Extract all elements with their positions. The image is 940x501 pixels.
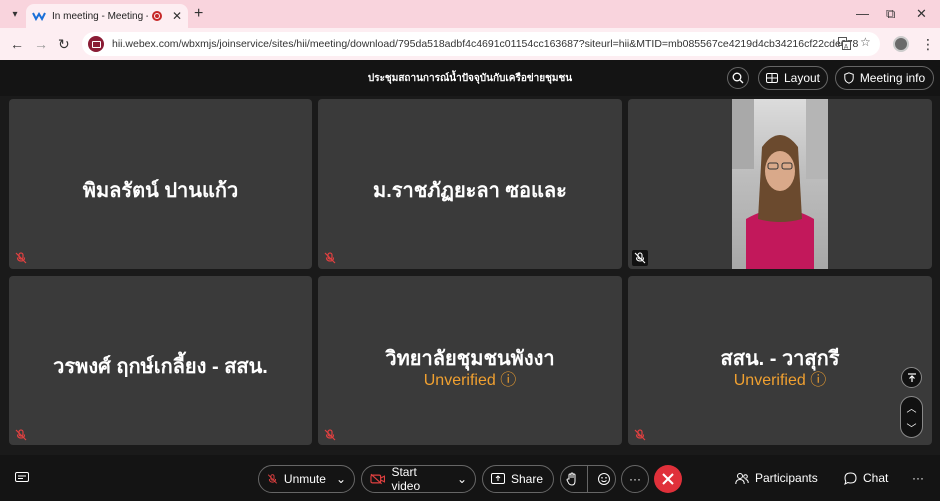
browser-tab[interactable]: In meeting - Meeting - Webe ✕	[26, 4, 188, 28]
page-scroll-control: ︿ ﹀	[900, 396, 923, 438]
recording-icon	[152, 11, 162, 21]
participant-tile[interactable]: พิมลรัตน์ ปานแก้ว	[9, 99, 312, 269]
chevron-up-icon[interactable]: ︿	[907, 400, 917, 415]
tab-title: In meeting - Meeting - Webe	[52, 10, 148, 22]
reload-icon[interactable]: ↻	[58, 36, 70, 53]
meeting-info-label: Meeting info	[859, 71, 926, 85]
muted-mic-icon	[324, 429, 336, 441]
unverified-label: Unverified ⓘ	[423, 372, 517, 389]
site-info-icon[interactable]	[88, 36, 104, 52]
participant-video-tile[interactable]	[628, 99, 932, 269]
participant-name: พิมลรัตน์ ปานแก้ว	[82, 180, 239, 202]
muted-mic-icon	[15, 429, 27, 441]
chevron-down-icon[interactable]: ⌄	[336, 472, 346, 486]
browser-menu-icon[interactable]: ⋮	[921, 36, 935, 53]
participant-tile[interactable]: ม.ราชภัฏยะลา ซอและ	[318, 99, 622, 269]
bookmark-star-icon[interactable]: ☆	[860, 35, 871, 49]
muted-mic-icon	[634, 429, 646, 441]
window-close-button[interactable]: ✕	[916, 6, 927, 22]
unmute-button[interactable]: Unmute ⌄	[258, 465, 355, 493]
share-button[interactable]: Share	[482, 465, 554, 493]
participant-tile[interactable]: วิทยาลัยชุมชนพังงา Unverified ⓘ	[318, 276, 622, 445]
chat-icon	[844, 471, 857, 485]
meeting-header: ประชุมสถานการณ์น้ำปัจจุบันกับเครือข่ายชุ…	[0, 60, 940, 96]
start-video-button[interactable]: Start video ⌄	[361, 465, 476, 493]
tab-close-icon[interactable]: ✕	[172, 9, 182, 23]
muted-mic-icon	[324, 252, 336, 264]
url-field[interactable]: hii.webex.com/wbxmjs/joinservice/sites/h…	[82, 32, 880, 56]
url-text: hii.webex.com/wbxmjs/joinservice/sites/h…	[112, 38, 859, 50]
participants-label: Participants	[755, 471, 818, 485]
divider	[586, 465, 588, 493]
raise-hand-icon[interactable]	[565, 472, 578, 486]
shield-icon	[844, 72, 854, 84]
arrow-to-top-icon	[907, 372, 916, 382]
address-bar-row: ← → ↻ hii.webex.com/wbxmjs/joinservice/s…	[0, 28, 940, 60]
meeting-info-button[interactable]: Meeting info	[835, 66, 934, 90]
browser-tab-bar: ▾ In meeting - Meeting - Webe ✕ + — ⧉ ✕	[0, 0, 940, 28]
minimize-button[interactable]: —	[856, 6, 869, 21]
participants-icon	[735, 472, 749, 484]
translate-icon[interactable]: A	[838, 37, 851, 53]
share-label: Share	[511, 472, 544, 486]
layout-button[interactable]: Layout	[758, 66, 828, 90]
more-options-button[interactable]: ···	[621, 465, 649, 493]
webex-favicon-icon	[32, 11, 46, 21]
participant-name: วรพงศ์ ฤกษ์เกลี้ยง - สสน.	[53, 356, 268, 378]
zoom-icon	[732, 72, 744, 84]
mic-muted-icon	[267, 474, 278, 484]
scroll-to-top-button[interactable]	[901, 367, 922, 388]
unverified-label: Unverified ⓘ	[733, 372, 827, 389]
muted-mic-icon	[15, 252, 27, 264]
profile-avatar[interactable]	[893, 36, 909, 52]
chat-label: Chat	[863, 471, 889, 485]
leave-meeting-button[interactable]	[654, 465, 682, 493]
close-icon	[662, 473, 674, 485]
chevron-down-icon[interactable]: ⌄	[457, 472, 467, 486]
start-video-label: Start video	[391, 465, 421, 493]
participants-button[interactable]: Participants	[735, 471, 818, 485]
share-icon	[491, 473, 505, 484]
participant-video	[732, 99, 828, 269]
new-tab-button[interactable]: +	[194, 5, 203, 23]
unmute-label: Unmute	[283, 472, 326, 486]
emoji-reaction-icon[interactable]	[597, 472, 611, 486]
overflow-icon: ···	[912, 471, 924, 485]
participant-tile[interactable]: สสน. - วาสุกรี Unverified ⓘ	[628, 276, 932, 445]
muted-mic-icon	[632, 250, 648, 266]
search-button[interactable]	[727, 67, 749, 89]
overflow-button[interactable]: ···	[912, 471, 924, 485]
person-video-frame	[732, 99, 828, 269]
captions-icon[interactable]	[15, 472, 29, 484]
forward-icon[interactable]: →	[34, 36, 48, 52]
tab-search-icon[interactable]: ▾	[6, 5, 24, 23]
participant-tile[interactable]: วรพงศ์ ฤกษ์เกลี้ยง - สสน.	[9, 276, 312, 445]
chevron-down-icon[interactable]: ﹀	[907, 420, 917, 435]
back-icon[interactable]: ←	[10, 36, 24, 52]
participant-name: ม.ราชภัฏยะลา ซอและ	[373, 180, 567, 202]
chat-button[interactable]: Chat	[844, 471, 888, 485]
more-icon: ···	[629, 472, 641, 486]
layout-label: Layout	[783, 71, 821, 85]
video-off-icon	[370, 473, 386, 485]
layout-icon	[765, 73, 778, 83]
maximize-button[interactable]: ⧉	[886, 6, 895, 22]
reactions-group	[560, 465, 616, 493]
